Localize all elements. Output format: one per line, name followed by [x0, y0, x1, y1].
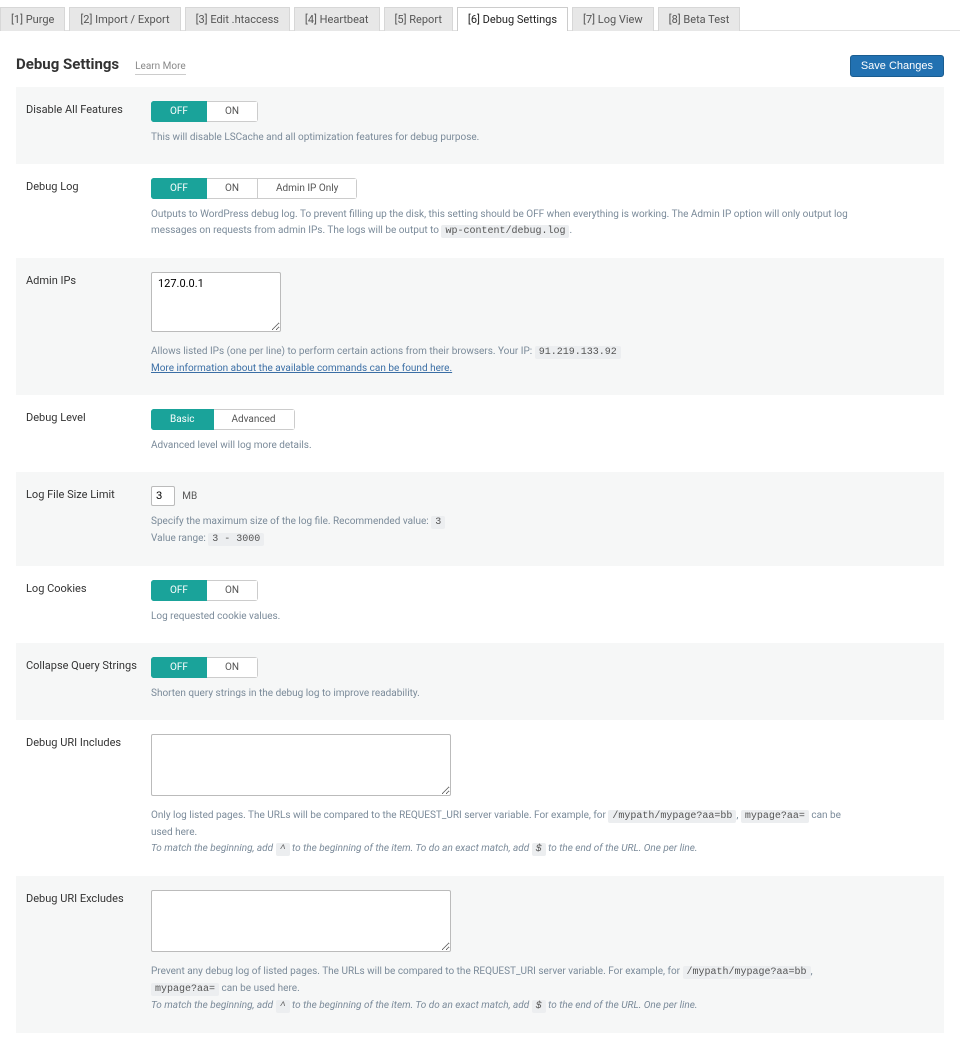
log-size-input[interactable]	[151, 486, 175, 506]
uri-code: /mypath/mypage?aa=bb	[683, 966, 811, 979]
uri-code: /mypath/mypage?aa=bb	[608, 810, 736, 823]
tab-purge[interactable]: [1] Purge	[0, 7, 65, 31]
admin-ips-textarea[interactable]	[151, 272, 281, 332]
tab-debug-settings[interactable]: [6] Debug Settings	[457, 7, 568, 31]
row-log-size: Log File Size Limit MB Specify the maxim…	[16, 472, 944, 566]
rec-value-code: 3	[431, 516, 445, 529]
toggle-disable-all: OFF ON	[151, 101, 258, 122]
hint-text: to the beginning of the item. To do an e…	[292, 843, 532, 854]
toggle-collapse-qs: OFF ON	[151, 657, 258, 678]
desc-text: Allows listed IPs (one per line) to perf…	[151, 346, 535, 357]
tab-bar: [1] Purge [2] Import / Export [3] Edit .…	[0, 0, 960, 31]
toggle-off[interactable]: OFF	[151, 657, 207, 678]
caret-code: ^	[276, 1000, 290, 1013]
your-ip-code: 91.219.133.92	[535, 346, 621, 359]
uri-excludes-textarea[interactable]	[151, 890, 451, 952]
desc-log-size: Specify the maximum size of the log file…	[151, 514, 851, 548]
label-log-cookies: Log Cookies	[26, 580, 151, 625]
toggle-off[interactable]: OFF	[151, 178, 207, 199]
save-changes-button[interactable]: Save Changes	[850, 55, 944, 77]
hint-text: To match the beginning, add	[151, 843, 276, 854]
row-admin-ips: Admin IPs Allows listed IPs (one per lin…	[16, 258, 944, 395]
desc-uri-includes: Only log listed pages. The URLs will be …	[151, 808, 851, 858]
tab-report[interactable]: [5] Report	[384, 7, 453, 31]
dollar-code: $	[532, 1000, 546, 1013]
toggle-on[interactable]: ON	[207, 657, 258, 678]
row-log-cookies: Log Cookies OFF ON Log requested cookie …	[16, 566, 944, 643]
row-disable-all: Disable All Features OFF ON This will di…	[16, 87, 944, 164]
label-admin-ips: Admin IPs	[26, 272, 151, 377]
log-size-unit: MB	[182, 491, 197, 502]
page-header: Debug Settings Learn More Save Changes	[16, 31, 944, 87]
label-collapse-qs: Collapse Query Strings	[26, 657, 151, 702]
row-uri-includes: Debug URI Includes Only log listed pages…	[16, 720, 944, 876]
desc-text: can be used here.	[222, 983, 300, 994]
row-debug-log: Debug Log OFF ON Admin IP Only Outputs t…	[16, 164, 944, 258]
dollar-code: $	[532, 843, 546, 856]
desc-collapse-qs: Shorten query strings in the debug log t…	[151, 686, 851, 702]
label-debug-log: Debug Log	[26, 178, 151, 240]
desc-disable-all: This will disable LSCache and all optimi…	[151, 130, 851, 146]
toggle-basic[interactable]: Basic	[151, 409, 214, 430]
row-collapse-qs: Collapse Query Strings OFF ON Shorten qu…	[16, 643, 944, 720]
uri-code: mypage?aa=	[151, 983, 219, 996]
desc-text: Only log listed pages. The URLs will be …	[151, 810, 608, 821]
toggle-off[interactable]: OFF	[151, 580, 207, 601]
desc-text: Value range:	[151, 533, 208, 544]
tab-log-view[interactable]: [7] Log View	[572, 7, 654, 31]
desc-debug-log: Outputs to WordPress debug log. To preve…	[151, 207, 851, 240]
hint-text: To match the beginning, add	[151, 1000, 276, 1011]
tab-edit-htaccess[interactable]: [3] Edit .htaccess	[185, 7, 290, 31]
toggle-debug-level: Basic Advanced	[151, 409, 295, 430]
desc-text: Specify the maximum size of the log file…	[151, 516, 431, 527]
desc-text: .	[569, 225, 572, 236]
admin-ips-more-link[interactable]: More information about the available com…	[151, 363, 452, 374]
caret-code: ^	[276, 843, 290, 856]
page-title: Debug Settings	[16, 55, 119, 73]
toggle-off[interactable]: OFF	[151, 101, 207, 122]
label-uri-includes: Debug URI Includes	[26, 734, 151, 858]
uri-includes-textarea[interactable]	[151, 734, 451, 796]
desc-text: ,	[811, 966, 813, 977]
toggle-log-cookies: OFF ON	[151, 580, 258, 601]
row-debug-level: Debug Level Basic Advanced Advanced leve…	[16, 395, 944, 472]
learn-more-link[interactable]: Learn More	[135, 61, 186, 75]
desc-admin-ips: Allows listed IPs (one per line) to perf…	[151, 344, 851, 377]
label-uri-excludes: Debug URI Excludes	[26, 890, 151, 1015]
label-debug-level: Debug Level	[26, 409, 151, 454]
toggle-on[interactable]: ON	[207, 101, 258, 122]
tab-heartbeat[interactable]: [4] Heartbeat	[294, 7, 380, 31]
desc-text: Prevent any debug log of listed pages. T…	[151, 966, 683, 977]
hint-text: to the end of the URL. One per line.	[548, 843, 697, 854]
toggle-advanced[interactable]: Advanced	[214, 409, 295, 430]
desc-log-cookies: Log requested cookie values.	[151, 609, 851, 625]
row-uri-excludes: Debug URI Excludes Prevent any debug log…	[16, 876, 944, 1033]
hint-text: to the beginning of the item. To do an e…	[292, 1000, 532, 1011]
toggle-on[interactable]: ON	[207, 178, 258, 199]
toggle-admin-ip-only[interactable]: Admin IP Only	[258, 178, 357, 199]
label-log-size: Log File Size Limit	[26, 486, 151, 548]
tab-beta-test[interactable]: [8] Beta Test	[658, 7, 741, 31]
desc-uri-excludes: Prevent any debug log of listed pages. T…	[151, 964, 851, 1015]
tab-import-export[interactable]: [2] Import / Export	[69, 7, 180, 31]
hint-text: to the end of the URL. One per line.	[548, 1000, 697, 1011]
range-code: 3 - 3000	[208, 533, 264, 546]
toggle-on[interactable]: ON	[207, 580, 258, 601]
toggle-debug-log: OFF ON Admin IP Only	[151, 178, 357, 199]
code-path: wp-content/debug.log	[441, 225, 569, 238]
label-disable-all: Disable All Features	[26, 101, 151, 146]
uri-code: mypage?aa=	[741, 810, 809, 823]
desc-debug-level: Advanced level will log more details.	[151, 438, 851, 454]
